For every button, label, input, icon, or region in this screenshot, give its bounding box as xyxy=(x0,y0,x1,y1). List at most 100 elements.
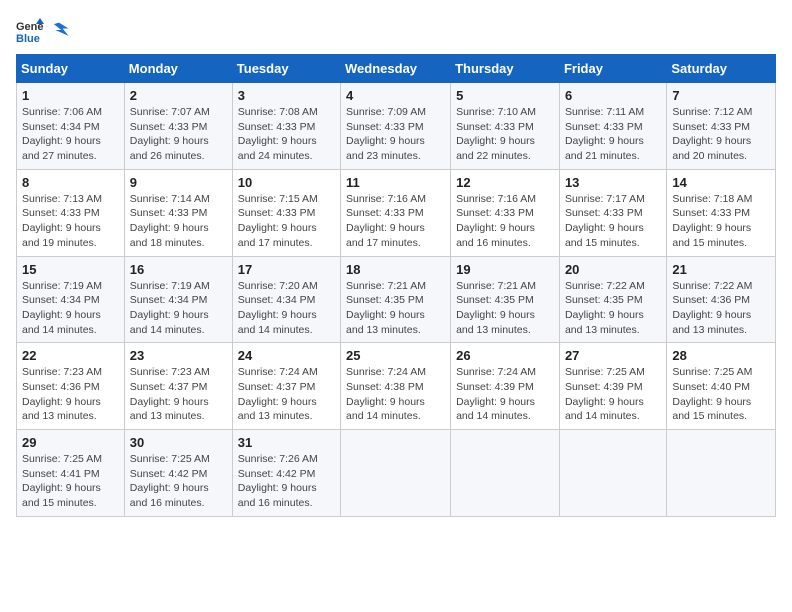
day-info: Sunrise: 7:25 AM Sunset: 4:40 PM Dayligh… xyxy=(672,365,770,424)
day-info: Sunrise: 7:21 AM Sunset: 4:35 PM Dayligh… xyxy=(346,279,445,338)
logo-bird-icon xyxy=(48,19,70,41)
calendar-cell: 11 Sunrise: 7:16 AM Sunset: 4:33 PM Dayl… xyxy=(341,169,451,256)
calendar-cell: 28 Sunrise: 7:25 AM Sunset: 4:40 PM Dayl… xyxy=(667,343,776,430)
day-of-week-thursday: Thursday xyxy=(451,55,560,83)
day-number: 22 xyxy=(22,348,119,363)
calendar-cell: 5 Sunrise: 7:10 AM Sunset: 4:33 PM Dayli… xyxy=(451,83,560,170)
day-number: 9 xyxy=(130,175,227,190)
calendar-cell: 6 Sunrise: 7:11 AM Sunset: 4:33 PM Dayli… xyxy=(559,83,666,170)
calendar-cell: 24 Sunrise: 7:24 AM Sunset: 4:37 PM Dayl… xyxy=(232,343,340,430)
day-info: Sunrise: 7:19 AM Sunset: 4:34 PM Dayligh… xyxy=(130,279,227,338)
logo-icon: General Blue xyxy=(16,16,44,44)
day-number: 30 xyxy=(130,435,227,450)
logo: General Blue xyxy=(16,16,73,44)
day-number: 20 xyxy=(565,262,661,277)
calendar-cell: 27 Sunrise: 7:25 AM Sunset: 4:39 PM Dayl… xyxy=(559,343,666,430)
calendar-cell: 29 Sunrise: 7:25 AM Sunset: 4:41 PM Dayl… xyxy=(17,430,125,517)
day-info: Sunrise: 7:24 AM Sunset: 4:38 PM Dayligh… xyxy=(346,365,445,424)
day-number: 31 xyxy=(238,435,335,450)
day-of-week-wednesday: Wednesday xyxy=(341,55,451,83)
day-number: 26 xyxy=(456,348,554,363)
day-number: 11 xyxy=(346,175,445,190)
day-of-week-sunday: Sunday xyxy=(17,55,125,83)
day-number: 18 xyxy=(346,262,445,277)
calendar-cell xyxy=(559,430,666,517)
calendar-cell: 2 Sunrise: 7:07 AM Sunset: 4:33 PM Dayli… xyxy=(124,83,232,170)
day-number: 5 xyxy=(456,88,554,103)
calendar-cell: 23 Sunrise: 7:23 AM Sunset: 4:37 PM Dayl… xyxy=(124,343,232,430)
calendar-cell: 13 Sunrise: 7:17 AM Sunset: 4:33 PM Dayl… xyxy=(559,169,666,256)
day-number: 14 xyxy=(672,175,770,190)
day-number: 28 xyxy=(672,348,770,363)
day-number: 4 xyxy=(346,88,445,103)
day-of-week-friday: Friday xyxy=(559,55,666,83)
day-info: Sunrise: 7:08 AM Sunset: 4:33 PM Dayligh… xyxy=(238,105,335,164)
calendar-cell: 15 Sunrise: 7:19 AM Sunset: 4:34 PM Dayl… xyxy=(17,256,125,343)
calendar-cell xyxy=(667,430,776,517)
calendar-cell: 10 Sunrise: 7:15 AM Sunset: 4:33 PM Dayl… xyxy=(232,169,340,256)
day-of-week-monday: Monday xyxy=(124,55,232,83)
calendar-cell xyxy=(451,430,560,517)
day-of-week-saturday: Saturday xyxy=(667,55,776,83)
day-info: Sunrise: 7:15 AM Sunset: 4:33 PM Dayligh… xyxy=(238,192,335,251)
day-info: Sunrise: 7:19 AM Sunset: 4:34 PM Dayligh… xyxy=(22,279,119,338)
calendar-table: SundayMondayTuesdayWednesdayThursdayFrid… xyxy=(16,54,776,517)
calendar-cell: 26 Sunrise: 7:24 AM Sunset: 4:39 PM Dayl… xyxy=(451,343,560,430)
calendar-week-5: 29 Sunrise: 7:25 AM Sunset: 4:41 PM Dayl… xyxy=(17,430,776,517)
calendar-cell: 9 Sunrise: 7:14 AM Sunset: 4:33 PM Dayli… xyxy=(124,169,232,256)
day-info: Sunrise: 7:17 AM Sunset: 4:33 PM Dayligh… xyxy=(565,192,661,251)
calendar-cell: 17 Sunrise: 7:20 AM Sunset: 4:34 PM Dayl… xyxy=(232,256,340,343)
calendar-cell: 12 Sunrise: 7:16 AM Sunset: 4:33 PM Dayl… xyxy=(451,169,560,256)
calendar-cell: 3 Sunrise: 7:08 AM Sunset: 4:33 PM Dayli… xyxy=(232,83,340,170)
day-info: Sunrise: 7:25 AM Sunset: 4:41 PM Dayligh… xyxy=(22,452,119,511)
calendar-week-2: 8 Sunrise: 7:13 AM Sunset: 4:33 PM Dayli… xyxy=(17,169,776,256)
calendar-cell: 7 Sunrise: 7:12 AM Sunset: 4:33 PM Dayli… xyxy=(667,83,776,170)
day-info: Sunrise: 7:06 AM Sunset: 4:34 PM Dayligh… xyxy=(22,105,119,164)
day-info: Sunrise: 7:22 AM Sunset: 4:35 PM Dayligh… xyxy=(565,279,661,338)
svg-text:Blue: Blue xyxy=(16,33,40,44)
day-info: Sunrise: 7:18 AM Sunset: 4:33 PM Dayligh… xyxy=(672,192,770,251)
day-info: Sunrise: 7:14 AM Sunset: 4:33 PM Dayligh… xyxy=(130,192,227,251)
calendar-week-4: 22 Sunrise: 7:23 AM Sunset: 4:36 PM Dayl… xyxy=(17,343,776,430)
day-number: 7 xyxy=(672,88,770,103)
calendar-cell: 20 Sunrise: 7:22 AM Sunset: 4:35 PM Dayl… xyxy=(559,256,666,343)
day-number: 25 xyxy=(346,348,445,363)
day-number: 21 xyxy=(672,262,770,277)
day-info: Sunrise: 7:13 AM Sunset: 4:33 PM Dayligh… xyxy=(22,192,119,251)
day-info: Sunrise: 7:25 AM Sunset: 4:39 PM Dayligh… xyxy=(565,365,661,424)
day-number: 3 xyxy=(238,88,335,103)
day-info: Sunrise: 7:24 AM Sunset: 4:37 PM Dayligh… xyxy=(238,365,335,424)
day-info: Sunrise: 7:07 AM Sunset: 4:33 PM Dayligh… xyxy=(130,105,227,164)
calendar-week-1: 1 Sunrise: 7:06 AM Sunset: 4:34 PM Dayli… xyxy=(17,83,776,170)
calendar-header-row: SundayMondayTuesdayWednesdayThursdayFrid… xyxy=(17,55,776,83)
day-info: Sunrise: 7:21 AM Sunset: 4:35 PM Dayligh… xyxy=(456,279,554,338)
day-number: 16 xyxy=(130,262,227,277)
day-of-week-tuesday: Tuesday xyxy=(232,55,340,83)
day-info: Sunrise: 7:25 AM Sunset: 4:42 PM Dayligh… xyxy=(130,452,227,511)
day-number: 10 xyxy=(238,175,335,190)
day-number: 2 xyxy=(130,88,227,103)
day-info: Sunrise: 7:26 AM Sunset: 4:42 PM Dayligh… xyxy=(238,452,335,511)
day-number: 6 xyxy=(565,88,661,103)
day-info: Sunrise: 7:09 AM Sunset: 4:33 PM Dayligh… xyxy=(346,105,445,164)
day-info: Sunrise: 7:23 AM Sunset: 4:36 PM Dayligh… xyxy=(22,365,119,424)
calendar-cell: 14 Sunrise: 7:18 AM Sunset: 4:33 PM Dayl… xyxy=(667,169,776,256)
day-number: 29 xyxy=(22,435,119,450)
calendar-cell: 16 Sunrise: 7:19 AM Sunset: 4:34 PM Dayl… xyxy=(124,256,232,343)
calendar-cell: 8 Sunrise: 7:13 AM Sunset: 4:33 PM Dayli… xyxy=(17,169,125,256)
day-info: Sunrise: 7:16 AM Sunset: 4:33 PM Dayligh… xyxy=(456,192,554,251)
day-number: 8 xyxy=(22,175,119,190)
calendar-cell: 30 Sunrise: 7:25 AM Sunset: 4:42 PM Dayl… xyxy=(124,430,232,517)
calendar-cell xyxy=(341,430,451,517)
day-number: 27 xyxy=(565,348,661,363)
day-number: 17 xyxy=(238,262,335,277)
calendar-cell: 19 Sunrise: 7:21 AM Sunset: 4:35 PM Dayl… xyxy=(451,256,560,343)
day-number: 19 xyxy=(456,262,554,277)
day-number: 23 xyxy=(130,348,227,363)
calendar-cell: 22 Sunrise: 7:23 AM Sunset: 4:36 PM Dayl… xyxy=(17,343,125,430)
day-info: Sunrise: 7:12 AM Sunset: 4:33 PM Dayligh… xyxy=(672,105,770,164)
day-info: Sunrise: 7:16 AM Sunset: 4:33 PM Dayligh… xyxy=(346,192,445,251)
calendar-cell: 18 Sunrise: 7:21 AM Sunset: 4:35 PM Dayl… xyxy=(341,256,451,343)
day-number: 1 xyxy=(22,88,119,103)
header: General Blue xyxy=(16,16,776,44)
